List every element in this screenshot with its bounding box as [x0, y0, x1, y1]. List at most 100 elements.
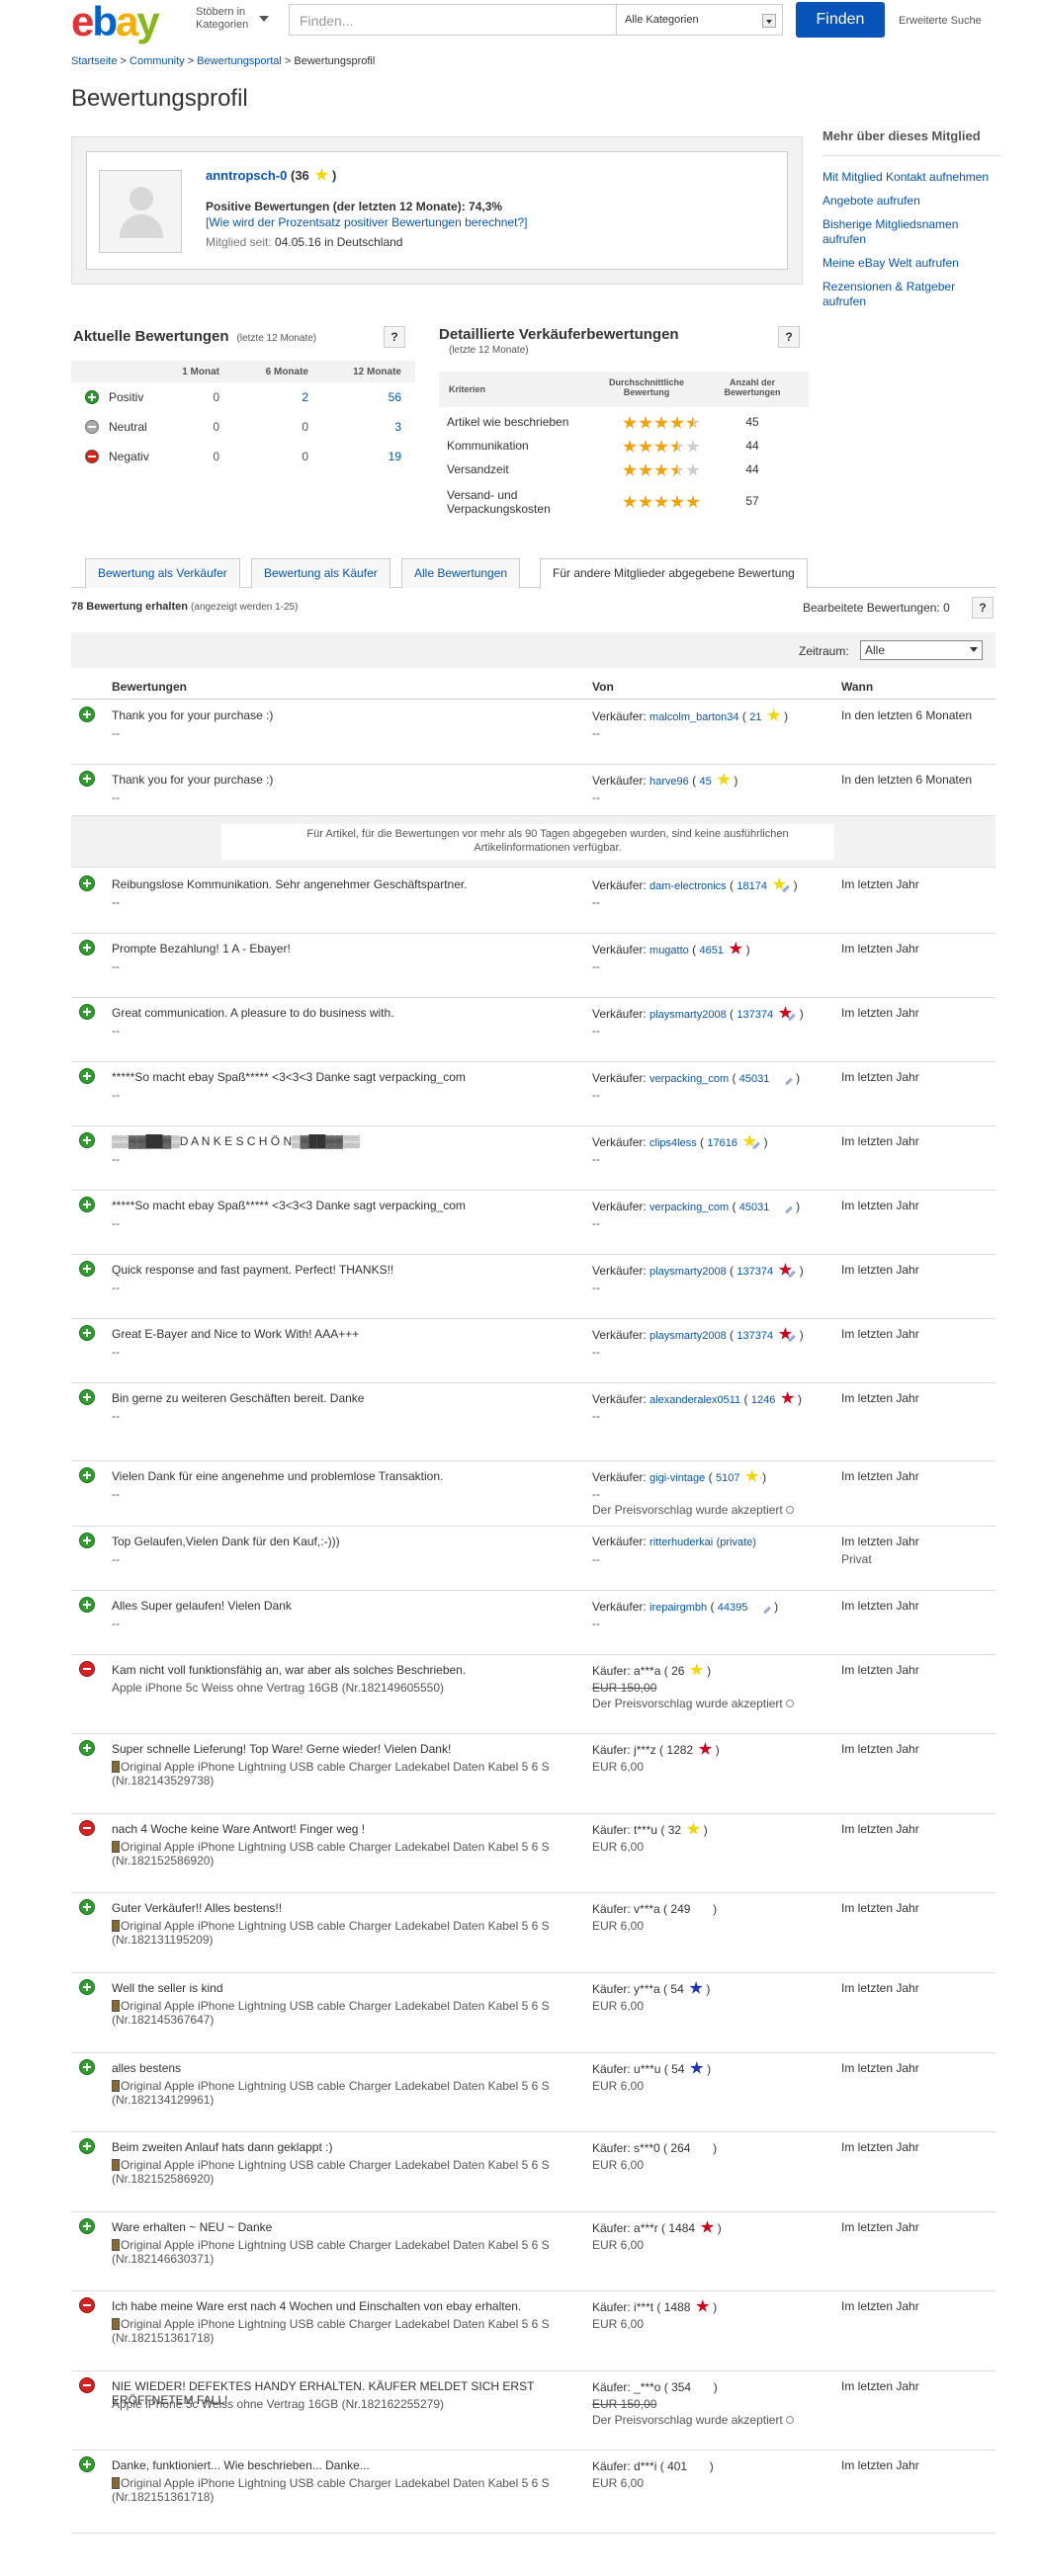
user-id: d***i — [634, 2459, 657, 2473]
user-link[interactable]: harve96 — [649, 776, 689, 788]
tab-all-feedback[interactable]: Alle Bewertungen — [401, 558, 521, 588]
user-link[interactable]: dam-electronics — [649, 880, 727, 892]
tab-left-for-others[interactable]: Für andere Mitglieder abgegebene Bewertu… — [540, 558, 808, 589]
rating-12-months[interactable]: 19 — [336, 450, 401, 463]
sidebar-link-my-world[interactable]: Meine eBay Welt aufrufen — [823, 256, 1000, 271]
item-info[interactable]: Original Apple iPhone Lightning USB cabl… — [112, 2317, 586, 2345]
user-link[interactable]: mugatto — [649, 945, 689, 956]
user-link[interactable]: malcolm_barton34 — [649, 711, 739, 723]
user-score[interactable]: 45031 — [739, 1073, 770, 1085]
yellow-star-icon — [314, 168, 329, 181]
star-icon — [623, 463, 637, 476]
feedback-score[interactable]: 36 — [295, 168, 308, 183]
item-title[interactable]: Original Apple iPhone Lightning USB cabl… — [112, 2079, 550, 2107]
feedback-when: Im letzten Jahr — [841, 1327, 919, 1341]
advanced-search-link[interactable]: Erweiterte Suche — [899, 15, 982, 27]
user-score[interactable]: 1246 — [751, 1394, 775, 1406]
info-icon[interactable] — [785, 1700, 794, 1707]
user-score[interactable]: 45 — [699, 776, 711, 788]
user-link[interactable]: playsmarty2008 — [649, 1330, 727, 1342]
breadcrumb-community[interactable]: Community — [130, 55, 185, 67]
breadcrumb-portal[interactable]: Bewertungsportal — [197, 55, 282, 67]
rating-6-months[interactable]: 2 — [249, 390, 308, 404]
feedback-row: Great communication. A pleasure to do bu… — [71, 998, 996, 1062]
info-icon[interactable] — [785, 1506, 794, 1514]
timeframe-label: Zeitraum: — [799, 644, 849, 658]
search-input[interactable]: Finden... — [289, 4, 617, 36]
col-from: Von — [592, 680, 614, 694]
positive-feedback-icon — [79, 875, 95, 891]
item-price: EUR 6,00 — [592, 2079, 645, 2093]
user-link[interactable]: gigi-vintage — [649, 1472, 705, 1484]
sidebar-link-previous-ids[interactable]: Bisherige Mitgliedsnamen aufrufen — [823, 217, 1000, 247]
user-score[interactable]: 18174 — [736, 880, 767, 892]
item-info[interactable]: Original Apple iPhone Lightning USB cabl… — [112, 1840, 586, 1868]
revised-help-button[interactable]: ? — [972, 597, 994, 619]
user-score[interactable]: 45031 — [739, 1202, 770, 1213]
category-select[interactable]: Alle Kategorien — [617, 4, 783, 36]
item-title[interactable]: Original Apple iPhone Lightning USB cabl… — [112, 1999, 550, 2027]
item-title[interactable]: Original Apple iPhone Lightning USB cabl… — [112, 2317, 550, 2345]
detailed-ratings-help-button[interactable]: ? — [778, 326, 800, 348]
item-title[interactable]: Original Apple iPhone Lightning USB cabl… — [112, 1919, 550, 1947]
user-link[interactable]: verpacking_com — [649, 1073, 729, 1085]
username-link[interactable]: anntropsch-0 — [206, 168, 287, 183]
user-score[interactable]: 4651 — [699, 945, 723, 956]
user-link[interactable]: clips4less — [649, 1137, 697, 1149]
tab-as-seller[interactable]: Bewertung als Verkäufer — [85, 558, 240, 588]
user-score[interactable]: 137374 — [736, 1009, 773, 1021]
red-star-icon — [696, 2299, 710, 2312]
item-info[interactable]: Original Apple iPhone Lightning USB cabl… — [112, 1919, 586, 1947]
user-link[interactable]: irepairgmbh — [649, 1602, 707, 1614]
sidebar-link-reviews[interactable]: Rezensionen & Ratgeber aufrufen — [823, 280, 1000, 309]
col-12-months: 12 Monate — [353, 367, 401, 377]
dropdown-arrow-icon[interactable] — [762, 14, 776, 28]
rating-12-months[interactable]: 56 — [336, 390, 401, 404]
feedback-row: Quick response and fast payment. Perfect… — [71, 1255, 996, 1319]
item-title[interactable]: Original Apple iPhone Lightning USB cabl… — [112, 2476, 550, 2504]
feedback-comment: Ware erhalten ~ NEU ~ Danke — [112, 2220, 273, 2234]
item-info[interactable]: Original Apple iPhone Lightning USB cabl… — [112, 2238, 586, 2266]
item-title[interactable]: Original Apple iPhone Lightning USB cabl… — [112, 2238, 550, 2266]
ebay-logo[interactable]: ebay — [71, 1, 160, 42]
user-score[interactable]: 17616 — [707, 1137, 737, 1149]
item-info[interactable]: Original Apple iPhone Lightning USB cabl… — [112, 1999, 586, 2027]
find-button[interactable]: Finden — [796, 2, 885, 38]
user-score[interactable]: 44395 — [718, 1602, 748, 1614]
tab-as-buyer[interactable]: Bewertung als Käufer — [251, 558, 390, 588]
user-link[interactable]: playsmarty2008 — [649, 1009, 727, 1021]
calculation-help-link[interactable]: [Wie wird der Prozentsatz positiver Bewe… — [206, 215, 528, 229]
feedback-comment: Alles Super gelaufen! Vielen Dank — [112, 1599, 292, 1613]
item-info[interactable]: Original Apple iPhone Lightning USB cabl… — [112, 2158, 586, 2186]
item-title[interactable]: Original Apple iPhone Lightning USB cabl… — [112, 2158, 550, 2186]
item-title[interactable]: Original Apple iPhone Lightning USB cabl… — [112, 1840, 550, 1868]
user-score[interactable]: 5107 — [716, 1472, 739, 1484]
item-info[interactable]: Original Apple iPhone Lightning USB cabl… — [112, 2079, 586, 2107]
info-icon[interactable] — [785, 2416, 794, 2424]
item-title[interactable]: Original Apple iPhone Lightning USB cabl… — [112, 1760, 550, 1787]
item-info[interactable]: Original Apple iPhone Lightning USB cabl… — [112, 2476, 586, 2504]
sidebar-link-listings[interactable]: Angebote aufrufen — [823, 194, 1000, 208]
feedback-row: Bin gerne zu weiteren Geschäften bereit.… — [71, 1383, 996, 1461]
rating-12-months[interactable]: 3 — [336, 420, 401, 434]
breadcrumb-home[interactable]: Startseite — [71, 55, 117, 67]
rating-label: Negativ — [109, 450, 149, 463]
user-score[interactable]: 137374 — [736, 1330, 773, 1342]
user-link[interactable]: alexanderalex0511 — [649, 1394, 740, 1406]
browse-categories-button[interactable]: Stöbern in Kategorien — [196, 6, 255, 32]
timeframe-select[interactable]: Alle — [860, 640, 983, 660]
feedback-row: Great E-Bayer and Nice to Work With! AAA… — [71, 1319, 996, 1383]
current-ratings-help-button[interactable]: ? — [384, 326, 405, 348]
item-info[interactable]: Original Apple iPhone Lightning USB cabl… — [112, 1760, 586, 1787]
user-link[interactable]: ritterhuderkai — [649, 1537, 713, 1548]
user-link[interactable]: verpacking_com — [649, 1202, 729, 1213]
user-score[interactable]: 137374 — [736, 1266, 773, 1278]
user-link[interactable]: playsmarty2008 — [649, 1266, 727, 1278]
user-score: 54 — [671, 2062, 685, 2076]
yellow-star-icon — [717, 773, 731, 786]
user-score[interactable]: 21 — [749, 711, 761, 723]
current-ratings-table: 1 Monat 6 Monate 12 Monate Positiv 0 2 56 Ne… — [71, 361, 415, 471]
chevron-down-icon[interactable] — [259, 16, 269, 22]
item-info: Apple iPhone 5c Weiss ohne Vertrag 16GB … — [112, 2397, 586, 2411]
sidebar-link-contact[interactable]: Mit Mitglied Kontakt aufnehmen — [823, 170, 1000, 185]
